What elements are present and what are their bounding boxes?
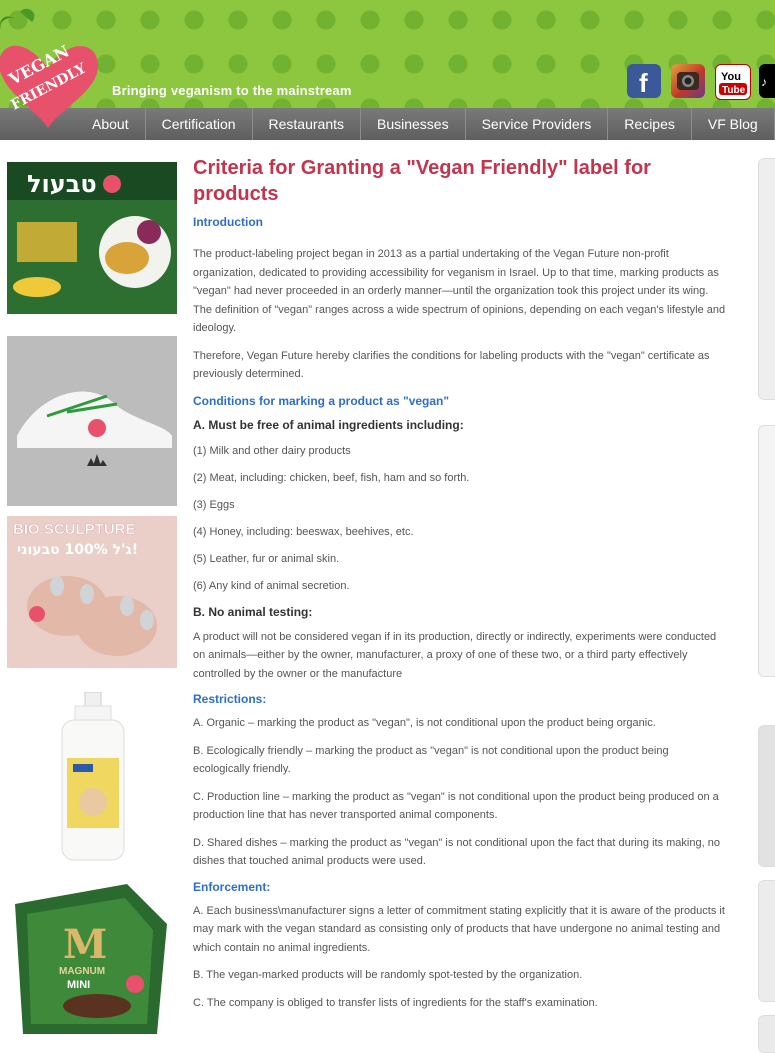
- product-image-bio-sculpture[interactable]: BIO SCULPTURE ג'ל 100% טבעוני!: [7, 516, 177, 668]
- magnum-brand: MAGNUM: [59, 966, 105, 977]
- right-sidebar-widget[interactable]: [758, 880, 775, 1002]
- bio-sculpture-line1: BIO SCULPTURE: [13, 521, 136, 538]
- main-nav: About Certification Restaurants Business…: [0, 108, 775, 140]
- enforcement-item: A. Each business\manufacturer signs a le…: [193, 904, 725, 954]
- product-image-magnum-mini[interactable]: M MAGNUM MINI: [7, 884, 177, 1034]
- youtube-label-top: You: [721, 71, 741, 83]
- enforcement-item: B. The vegan-marked products will be ran…: [193, 969, 583, 981]
- condition-a-item: (6) Any kind of animal secretion.: [193, 579, 350, 592]
- section-heading-restrictions: Restrictions:: [193, 692, 267, 706]
- restriction-item: A. Organic – marking the product as "veg…: [193, 717, 656, 729]
- nav-item-certification[interactable]: Certification: [146, 108, 253, 140]
- intro-paragraph-1: The product-labeling project began in 20…: [193, 248, 726, 334]
- youtube-icon[interactable]: You Tube: [715, 64, 751, 100]
- right-sidebar-widget[interactable]: [758, 158, 775, 400]
- right-sidebar-widget[interactable]: [758, 1015, 775, 1053]
- nav-item-businesses[interactable]: Businesses: [361, 108, 466, 140]
- section-heading-enforcement: Enforcement:: [193, 879, 271, 894]
- condition-a-item: (5) Leather, fur or animal skin.: [193, 552, 340, 565]
- condition-b-text: A product will not be considered vegan i…: [193, 630, 717, 680]
- condition-a-item: (4) Honey, including: beeswax, beehives,…: [193, 525, 414, 538]
- condition-a-item: (2) Meat, including: chicken, beef, fish…: [193, 471, 470, 484]
- product-image-adidas-shoe[interactable]: [7, 336, 177, 506]
- svg-text:♪: ♪: [761, 75, 767, 89]
- youtube-label-bottom: Tube: [722, 85, 746, 96]
- tiktok-icon[interactable]: ♪: [759, 64, 775, 98]
- section-heading-conditions: Conditions for marking a product as "veg…: [193, 393, 450, 408]
- product-image-tivall[interactable]: טבעול: [7, 162, 177, 314]
- vegan-friendly-logo[interactable]: VEGAN FRIENDLY: [0, 6, 100, 130]
- site-header: Bringing veganism to the mainstream f Yo…: [0, 0, 775, 108]
- nav-item-service-providers[interactable]: Service Providers: [466, 108, 609, 140]
- page-title: Criteria for Granting a "Vegan Friendly"…: [193, 157, 651, 205]
- right-sidebar-widget[interactable]: [758, 425, 775, 677]
- facebook-icon[interactable]: f: [627, 64, 661, 98]
- instagram-icon[interactable]: [671, 64, 705, 98]
- intro-paragraph-2: Therefore, Vegan Future hereby clarifies…: [193, 349, 710, 381]
- site-tagline: Bringing veganism to the mainstream: [112, 83, 352, 98]
- nav-item-restaurants[interactable]: Restaurants: [253, 108, 361, 140]
- nav-item-recipes[interactable]: Recipes: [608, 108, 692, 140]
- article-content: Criteria for Granting a "Vegan Friendly"…: [193, 155, 726, 1021]
- condition-b-title: B. No animal testing:: [193, 604, 313, 619]
- product-image-lotion-bottle[interactable]: [7, 692, 177, 864]
- svg-text:M: M: [63, 921, 107, 968]
- condition-a-item: (1) Milk and other dairy products: [193, 444, 351, 457]
- nav-item-vf-blog[interactable]: VF Blog: [692, 108, 775, 140]
- bio-sculpture-line2: ג'ל 100% טבעוני!: [17, 542, 138, 558]
- restriction-item: C. Production line – marking the product…: [193, 790, 719, 822]
- section-heading-introduction: Introduction: [193, 215, 263, 229]
- condition-a-title: A. Must be free of animal ingredients in…: [193, 417, 464, 432]
- restriction-item: D. Shared dishes – marking the product a…: [193, 836, 720, 868]
- condition-a-item: (3) Eggs: [193, 498, 235, 511]
- enforcement-item: C. The company is obliged to transfer li…: [193, 996, 598, 1009]
- right-sidebar-widget[interactable]: [758, 725, 775, 867]
- restriction-item: B. Ecologically friendly – marking the p…: [193, 744, 669, 776]
- svg-text:f: f: [639, 68, 648, 98]
- tivall-brand: טבעול: [27, 170, 97, 198]
- magnum-mini: MINI: [67, 979, 90, 991]
